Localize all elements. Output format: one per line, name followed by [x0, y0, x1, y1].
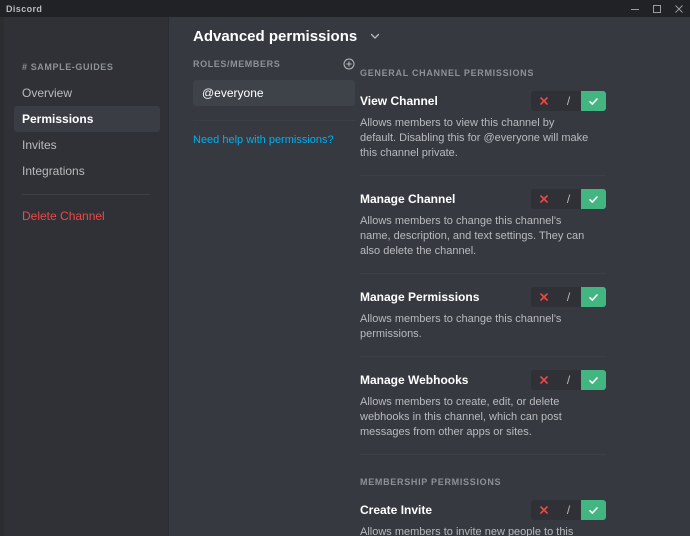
permission-name: Manage Channel	[360, 192, 456, 206]
slash-icon[interactable]: /	[556, 91, 581, 111]
sidebar-divider	[22, 194, 150, 195]
permission-name: Manage Permissions	[360, 290, 480, 304]
roles-divider	[193, 120, 355, 121]
chevron-down-icon[interactable]	[369, 30, 381, 42]
sidebar-item-permissions[interactable]: Permissions	[14, 106, 160, 132]
app-title: Discord	[6, 3, 43, 14]
permissions-help-link[interactable]: Need help with permissions?	[193, 134, 355, 146]
permission-description: Allows members to create, edit, or delet…	[360, 396, 562, 438]
permission-row-manage-permissions: Manage Permissions / Allows members to c…	[360, 274, 606, 342]
channel-name-header: # SAMPLE-GUIDES	[22, 62, 114, 72]
permissions-list: GENERAL CHANNEL PERMISSIONS View Channel…	[360, 55, 606, 536]
permission-row-manage-channel: Manage Channel / Allows members to chang…	[360, 176, 606, 259]
page-title: Advanced permissions	[193, 27, 358, 45]
delete-channel-button[interactable]: Delete Channel	[14, 203, 160, 229]
x-icon[interactable]	[531, 91, 556, 111]
slash-icon[interactable]: /	[556, 287, 581, 307]
sidebar-item-integrations[interactable]: Integrations	[14, 158, 160, 184]
roles-members-label: ROLES/MEMBERS	[193, 59, 281, 69]
permission-toggle-view-channel[interactable]: /	[531, 91, 606, 111]
discord-window: Discord # SAMPLE-GUIDES Overview Permiss…	[0, 0, 690, 536]
slash-icon[interactable]: /	[556, 189, 581, 209]
permission-description: Allows members to change this channel's …	[360, 313, 562, 340]
check-icon[interactable]	[581, 500, 606, 520]
x-icon[interactable]	[531, 189, 556, 209]
permission-description: Allows members to invite new people to t…	[360, 526, 574, 536]
sidebar-item-overview[interactable]: Overview	[14, 80, 160, 106]
permission-name: View Channel	[360, 94, 438, 108]
permission-description: Allows members to change this channel's …	[360, 215, 585, 257]
check-icon[interactable]	[581, 287, 606, 307]
close-icon[interactable]	[668, 0, 690, 17]
permission-row-view-channel: View Channel / Allows members to view th…	[360, 78, 606, 161]
permission-name: Manage Webhooks	[360, 373, 469, 387]
add-circle-icon[interactable]	[343, 58, 355, 70]
check-icon[interactable]	[581, 370, 606, 390]
roles-members-header: ROLES/MEMBERS	[193, 55, 355, 73]
permission-toggle-create-invite[interactable]: /	[531, 500, 606, 520]
sidebar-item-invites[interactable]: Invites	[14, 132, 160, 158]
role-item-everyone[interactable]: @everyone	[193, 80, 355, 106]
permission-toggle-manage-channel[interactable]: /	[531, 189, 606, 209]
minimize-icon[interactable]	[624, 0, 646, 17]
window-controls	[624, 0, 690, 17]
slash-icon[interactable]: /	[556, 500, 581, 520]
x-icon[interactable]	[531, 287, 556, 307]
check-icon[interactable]	[581, 189, 606, 209]
permission-row-create-invite: Create Invite / Allows members to invite…	[360, 487, 606, 536]
slash-icon[interactable]: /	[556, 370, 581, 390]
permission-name: Create Invite	[360, 503, 433, 517]
x-icon[interactable]	[531, 500, 556, 520]
section-label-membership: MEMBERSHIP PERMISSIONS	[360, 477, 502, 487]
x-icon[interactable]	[531, 370, 556, 390]
settings-content: Advanced permissions ROLES/MEMBERS @ever…	[169, 17, 690, 536]
permission-row-manage-webhooks: Manage Webhooks / Allows members to crea…	[360, 357, 606, 440]
roles-members-panel: ROLES/MEMBERS @everyone Need help with p…	[193, 55, 355, 146]
section-label-general: GENERAL CHANNEL PERMISSIONS	[360, 68, 535, 78]
check-icon[interactable]	[581, 91, 606, 111]
permission-toggle-manage-webhooks[interactable]: /	[531, 370, 606, 390]
permission-description: Allows members to view this channel by d…	[360, 117, 589, 159]
permission-toggle-manage-permissions[interactable]: /	[531, 287, 606, 307]
title-bar: Discord	[0, 0, 690, 17]
page-header: Advanced permissions	[169, 17, 690, 55]
maximize-icon[interactable]	[646, 0, 668, 17]
settings-sidebar: # SAMPLE-GUIDES Overview Permissions Inv…	[4, 17, 168, 536]
